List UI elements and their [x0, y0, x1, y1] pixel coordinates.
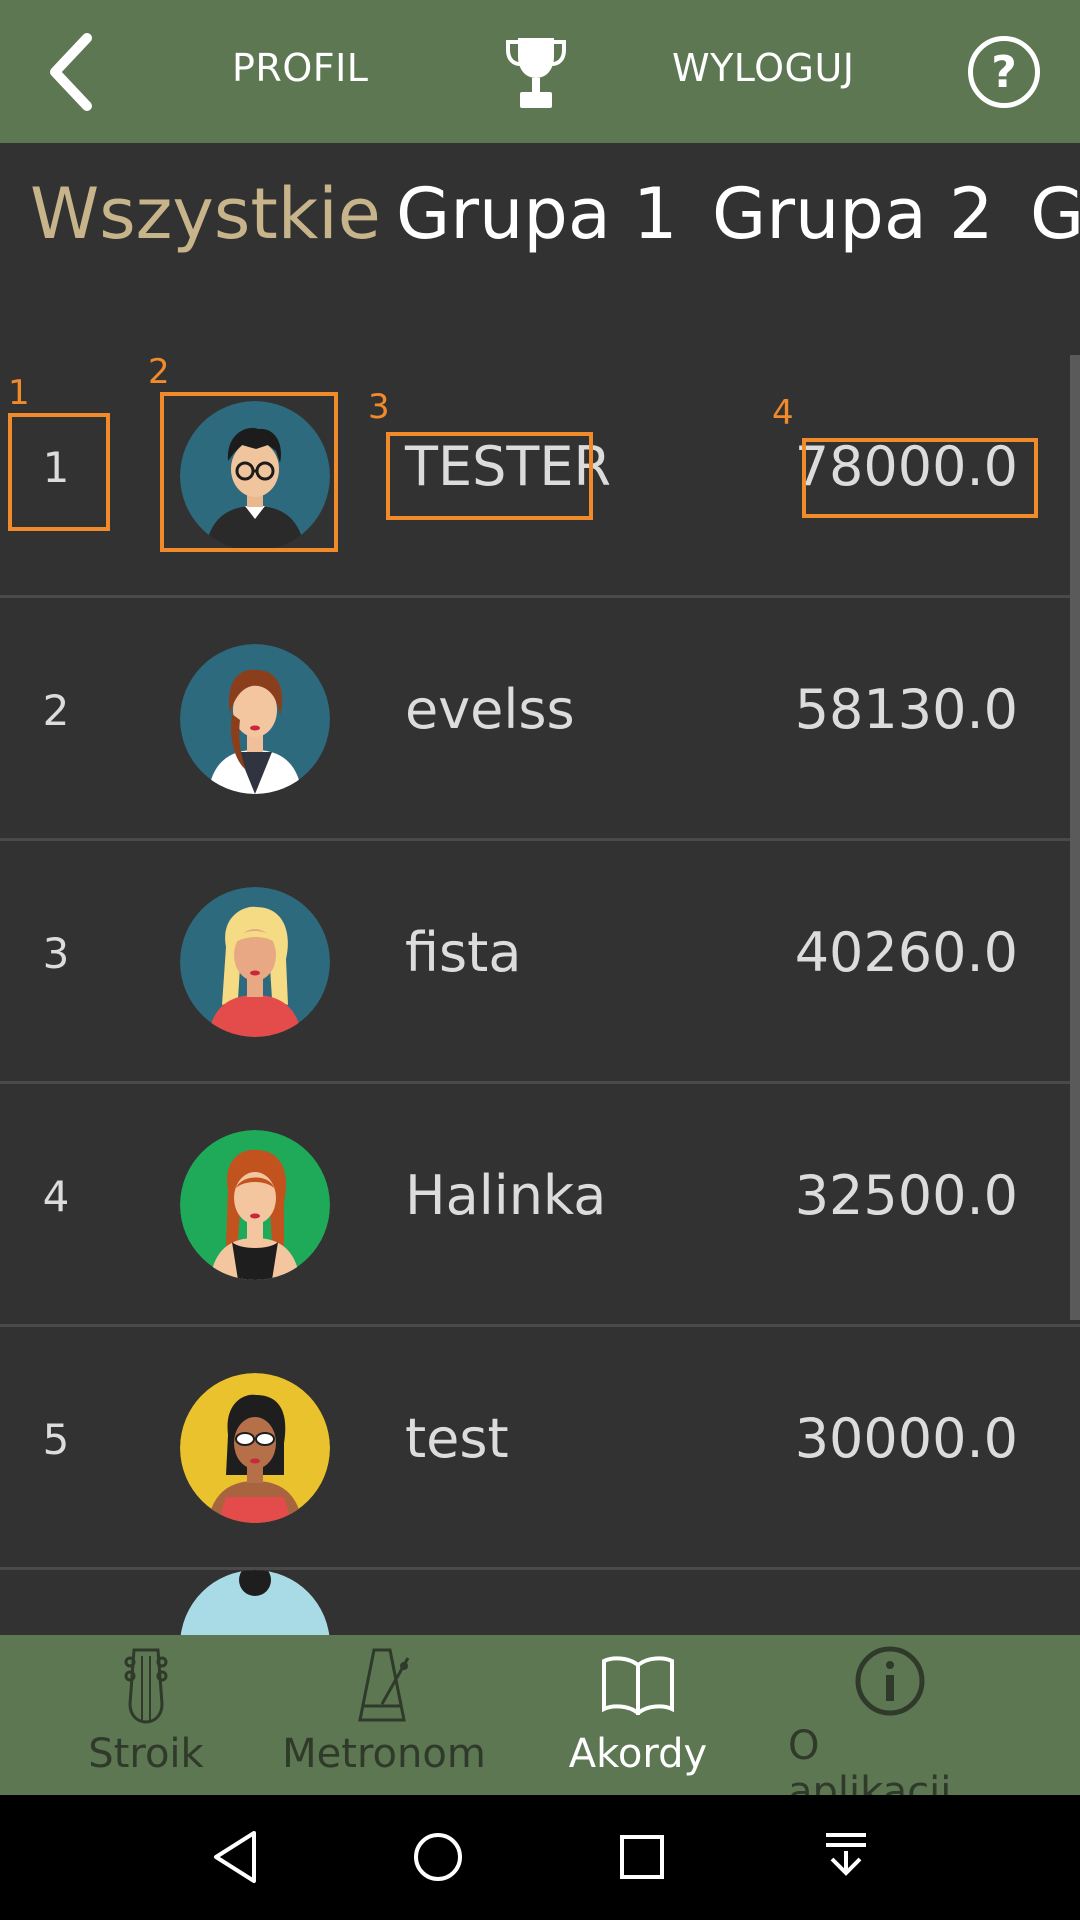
nav-label: Stroik [88, 1731, 204, 1777]
bottom-navigation: Stroik Metronom Akordy O aplikacji [0, 1635, 1080, 1815]
player-score: 32500.0 [794, 1164, 1018, 1227]
system-home-icon[interactable] [406, 1825, 470, 1889]
top-bar: PROFIL WYLOGUJ ? [0, 0, 1080, 143]
leaderboard-row[interactable] [0, 1570, 1080, 1635]
chevron-left-icon [50, 33, 92, 111]
profile-button[interactable]: PROFIL [232, 46, 368, 90]
annotation-label: 4 [772, 393, 794, 433]
woman-sunglasses-avatar-icon [180, 1373, 330, 1523]
player-name: Halinka [405, 1164, 607, 1227]
rank-number: 3 [42, 929, 70, 978]
nav-item-o-aplikacji[interactable]: O aplikacji [788, 1635, 992, 1815]
avatar-icon [180, 1570, 330, 1635]
leaderboard-row[interactable]: 5 test 30000.0 [0, 1327, 1080, 1570]
avatar [180, 887, 330, 1037]
open-book-icon [602, 1656, 674, 1715]
nav-item-metronom[interactable]: Metronom [280, 1635, 488, 1795]
woman-blonde-avatar-icon [180, 887, 330, 1037]
metronome-icon [358, 1648, 410, 1722]
annotation-label: 1 [8, 373, 30, 413]
player-name: test [405, 1407, 509, 1470]
leaderboard-row[interactable]: 3 fista 40260.0 [0, 841, 1080, 1084]
player-name: evelss [405, 678, 575, 741]
woman-brown-hair-avatar-icon [180, 644, 330, 794]
nav-label: Akordy [568, 1731, 708, 1777]
annotation-box [160, 392, 338, 552]
annotation-label: 3 [368, 387, 390, 427]
rank-number: 2 [42, 686, 70, 735]
rank-number: 5 [42, 1415, 70, 1464]
back-button[interactable] [42, 30, 102, 114]
scrollbar[interactable] [1070, 355, 1080, 1320]
annotation-box [802, 438, 1038, 518]
nav-label: Metronom [282, 1731, 486, 1777]
player-score: 30000.0 [794, 1407, 1018, 1470]
tab-group-1[interactable]: Grupa 1 [396, 173, 678, 255]
group-tabs: Wszystkie Grupa 1 Grupa 2 G [0, 143, 1080, 283]
logout-button[interactable]: WYLOGUJ [672, 46, 854, 90]
guitar-headstock-icon [124, 1648, 168, 1724]
help-icon: ? [991, 46, 1017, 98]
leaderboard-row[interactable]: 2 evelss 58130.0 [0, 598, 1080, 841]
avatar [180, 1570, 330, 1635]
player-name: fista [405, 921, 522, 984]
leaderboard-row[interactable]: 4 Halinka 32500.0 [0, 1084, 1080, 1327]
tab-group-3[interactable]: G [1030, 173, 1080, 255]
woman-red-hair-avatar-icon [180, 1130, 330, 1280]
avatar [180, 1130, 330, 1280]
rank-number: 4 [42, 1172, 70, 1221]
tab-all[interactable]: Wszystkie [30, 173, 381, 255]
annotation-box [386, 432, 593, 520]
system-back-icon[interactable] [204, 1825, 268, 1889]
tab-group-2[interactable]: Grupa 2 [712, 173, 994, 255]
system-recents-icon[interactable] [610, 1825, 674, 1889]
help-button[interactable]: ? [968, 36, 1040, 108]
nav-item-stroik[interactable]: Stroik [76, 1635, 216, 1795]
annotation-box [8, 413, 110, 531]
avatar [180, 1373, 330, 1523]
player-score: 58130.0 [794, 678, 1018, 741]
system-notifications-icon[interactable] [814, 1825, 878, 1889]
trophy-icon[interactable] [504, 34, 568, 110]
nav-item-akordy[interactable]: Akordy [560, 1635, 716, 1795]
annotation-label: 2 [148, 352, 170, 392]
avatar [180, 644, 330, 794]
info-icon [855, 1646, 925, 1716]
system-navigation-bar [0, 1795, 1080, 1920]
player-score: 40260.0 [794, 921, 1018, 984]
